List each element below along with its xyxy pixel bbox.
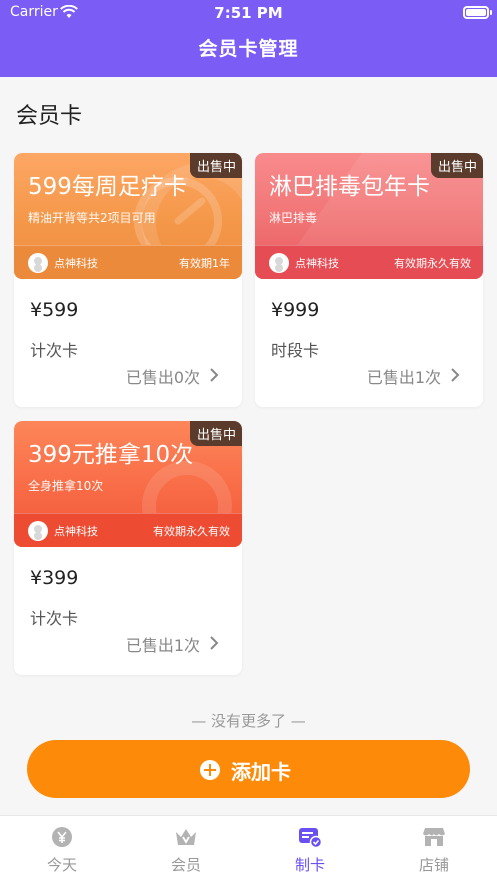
card-name: 599每周足疗卡 — [28, 174, 187, 200]
shop-name: 点神科技 — [54, 257, 98, 270]
member-card[interactable]: 出售中 399元推拿10次 全身推拿10次 点神科技 有效期永久有效 ¥399 … — [14, 421, 242, 675]
status-badge: 出售中 — [189, 153, 242, 178]
tab-label: 制卡 — [294, 856, 325, 874]
card-face: 出售中 399元推拿10次 全身推拿10次 点神科技 有效期永久有效 — [14, 421, 242, 547]
card-check-icon — [299, 828, 322, 848]
card-footer: 点神科技 有效期永久有效 — [255, 245, 483, 279]
card-price: ¥399 — [30, 567, 79, 589]
status-badge: 出售中 — [430, 153, 483, 178]
card-type: 计次卡 — [30, 341, 79, 360]
card-face: 出售中 淋巴排毒包年卡 淋巴排毒 点神科技 有效期永久有效 — [255, 153, 483, 279]
tab-make-card[interactable]: 制卡 — [248, 816, 372, 883]
add-card-button[interactable]: 添加卡 — [27, 740, 470, 798]
validity-label: 有效期永久有效 — [153, 525, 230, 538]
avatar — [269, 253, 289, 273]
tab-label: 会员 — [170, 856, 201, 874]
validity-label: 有效期1年 — [179, 257, 230, 270]
sold-count: 已售出1次 — [125, 636, 200, 655]
section-title: 会员卡 — [16, 104, 83, 129]
card-type: 时段卡 — [271, 341, 320, 360]
list-end-indicator: — 没有更多了 — — [191, 712, 306, 730]
chevron-right-icon — [451, 368, 460, 382]
tab-label: 今天 — [46, 856, 77, 874]
battery-icon — [463, 6, 492, 19]
card-price: ¥999 — [271, 299, 320, 321]
sold-count: 已售出0次 — [125, 368, 200, 387]
shop-name: 点神科技 — [295, 257, 339, 270]
member-card[interactable]: 出售中 599每周足疗卡 精油开背等共2项目可用 点神科技 有效期1年 ¥599… — [14, 153, 242, 407]
card-name: 淋巴排毒包年卡 — [269, 174, 430, 200]
add-card-label: 添加卡 — [231, 760, 291, 784]
store-icon — [423, 828, 445, 846]
validity-label: 有效期永久有效 — [394, 257, 471, 270]
avatar — [28, 253, 48, 273]
page-title: 会员卡管理 — [198, 38, 299, 60]
tab-label: 店铺 — [418, 856, 449, 874]
card-footer: 点神科技 有效期1年 — [14, 245, 242, 279]
card-face: 出售中 599每周足疗卡 精油开背等共2项目可用 点神科技 有效期1年 — [14, 153, 242, 279]
avatar — [28, 521, 48, 541]
chevron-right-icon — [210, 636, 219, 650]
crown-icon — [176, 829, 196, 845]
tab-store[interactable]: 店铺 — [372, 816, 496, 883]
card-description: 淋巴排毒 — [269, 211, 318, 225]
plus-circle-icon — [200, 760, 220, 780]
chevron-right-icon — [210, 368, 219, 382]
status-badge: 出售中 — [189, 421, 242, 446]
clock: 7:51 PM — [214, 4, 283, 22]
nav-bar: 会员卡管理 — [0, 26, 497, 77]
tab-bar: 今天 会员 制卡 店铺 — [0, 815, 497, 883]
member-card[interactable]: 出售中 淋巴排毒包年卡 淋巴排毒 点神科技 有效期永久有效 ¥999 时段卡 已… — [255, 153, 483, 407]
status-bar: Carrier 7:51 PM — [0, 0, 497, 26]
tab-today[interactable]: 今天 — [0, 816, 124, 883]
card-footer: 点神科技 有效期永久有效 — [14, 513, 242, 547]
yen-coin-icon — [52, 827, 72, 847]
shop-name: 点神科技 — [54, 525, 98, 538]
card-name: 399元推拿10次 — [28, 442, 194, 468]
tab-members[interactable]: 会员 — [124, 816, 248, 883]
card-description: 精油开背等共2项目可用 — [28, 211, 156, 225]
card-price: ¥599 — [30, 299, 79, 321]
sold-count: 已售出1次 — [366, 368, 441, 387]
card-description: 全身推拿10次 — [28, 479, 104, 493]
card-type: 计次卡 — [30, 609, 79, 628]
